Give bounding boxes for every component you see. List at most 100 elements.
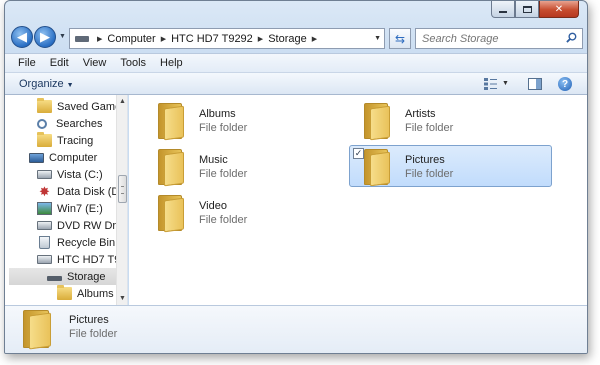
tree-label: Vista (C:) xyxy=(57,168,103,181)
tree-item-vista-c[interactable]: Vista (C:) xyxy=(37,166,117,183)
menu-file[interactable]: File xyxy=(11,57,43,69)
refresh-icon: ⇆ xyxy=(394,31,406,46)
tree-item-searches[interactable]: Searches xyxy=(37,115,117,132)
tree-item-recycle-bin[interactable]: Recycle Bin xyxy=(37,234,117,251)
details-item-type: File folder xyxy=(69,328,118,340)
navigation-pane: Saved Game Searches Tracing Computer Vis… xyxy=(5,95,128,305)
search-input[interactable] xyxy=(416,29,556,48)
tree-item-albums[interactable]: Albums xyxy=(57,285,117,302)
scroll-up-icon[interactable]: ▲ xyxy=(119,98,126,105)
folder-icon xyxy=(57,285,72,300)
folder-icon xyxy=(37,132,52,147)
address-bar[interactable]: ▶ Computer ▶ HTC HD7 T9292 ▶ Storage ▶ ▼ xyxy=(69,28,385,49)
back-button[interactable]: ◀ xyxy=(11,26,33,48)
saved-games-folder-icon xyxy=(37,98,52,113)
tree-item-win7-e[interactable]: Win7 (E:) xyxy=(37,200,117,217)
breadcrumb-storage[interactable]: Storage xyxy=(268,33,307,45)
item-type: File folder xyxy=(199,122,248,134)
tree-label: HTC HD7 T9 xyxy=(57,253,117,266)
drive-icon xyxy=(37,170,52,179)
address-dropdown-icon[interactable]: ▼ xyxy=(374,35,381,42)
scroll-down-icon[interactable]: ▼ xyxy=(119,295,126,302)
view-options-dropdown-icon[interactable]: ▼ xyxy=(502,80,509,87)
help-icon[interactable]: ? xyxy=(558,77,572,91)
item-name: Video xyxy=(199,200,227,212)
folder-item-albums[interactable]: Albums File folder xyxy=(143,99,346,141)
navigation-scrollbar[interactable]: ▲ ▼ xyxy=(116,95,127,305)
folder-icon xyxy=(158,103,184,141)
breadcrumb-computer[interactable]: Computer xyxy=(107,33,155,45)
menu-view[interactable]: View xyxy=(76,57,114,69)
folder-item-pictures[interactable]: ✓ Pictures File folder xyxy=(349,145,552,187)
tree-label: Albums xyxy=(77,287,114,300)
chevron-right-icon[interactable]: ▶ xyxy=(258,35,263,43)
tree-item-saved-games[interactable]: Saved Game xyxy=(37,98,117,115)
data-disk-icon: ✸ xyxy=(39,184,50,199)
chevron-right-icon[interactable]: ▶ xyxy=(97,35,102,43)
tree-label: Computer xyxy=(49,151,98,164)
maximize-button[interactable] xyxy=(515,1,539,18)
computer-icon xyxy=(29,152,44,163)
folder-icon xyxy=(158,195,184,233)
menu-edit[interactable]: Edit xyxy=(43,57,76,69)
item-name: Music xyxy=(199,154,228,166)
recent-pages-dropdown[interactable]: ▼ xyxy=(59,33,66,40)
recycle-bin-icon xyxy=(39,236,50,249)
close-button[interactable]: ✕ xyxy=(539,1,579,18)
tree-item-dvd-rw[interactable]: DVD RW Driv xyxy=(37,217,117,234)
organize-label: Organize xyxy=(19,78,64,90)
scrollbar-thumb[interactable] xyxy=(118,175,127,203)
folder-item-music[interactable]: Music File folder xyxy=(143,145,346,187)
tree-item-computer[interactable]: Computer xyxy=(29,149,117,166)
menu-tools[interactable]: Tools xyxy=(113,57,153,69)
organize-button[interactable]: Organize ▼ xyxy=(19,78,74,90)
tree-label: Tracing xyxy=(57,134,94,147)
tree-label: Searches xyxy=(56,117,103,130)
minimize-icon xyxy=(499,11,507,13)
folder-item-video[interactable]: Video File folder xyxy=(143,191,346,233)
folder-icon xyxy=(364,149,390,187)
minimize-button[interactable] xyxy=(491,1,515,18)
file-list: Albums File folder Artists File folder M… xyxy=(129,95,587,305)
menu-bar: File Edit View Tools Help xyxy=(5,53,587,72)
item-name: Artists xyxy=(405,108,436,120)
device-icon xyxy=(75,35,89,42)
menu-help[interactable]: Help xyxy=(153,57,190,69)
forward-button[interactable]: ▶ xyxy=(34,26,56,48)
change-view-icon[interactable] xyxy=(484,78,497,90)
navigation-bar: ◀ ▶ ▼ ▶ Computer ▶ HTC HD7 T9292 ▶ Stora… xyxy=(9,25,583,51)
dvd-drive-icon xyxy=(37,221,52,230)
tree-item-storage[interactable]: Storage xyxy=(9,268,117,285)
details-item-name: Pictures xyxy=(69,314,109,326)
breadcrumb-htc-hd7[interactable]: HTC HD7 T9292 xyxy=(171,33,253,45)
chevron-down-icon: ▼ xyxy=(66,82,74,89)
preview-pane-icon[interactable] xyxy=(528,78,542,90)
search-box xyxy=(415,28,583,49)
item-checkbox[interactable]: ✓ xyxy=(353,148,364,159)
tree-item-tracing[interactable]: Tracing xyxy=(37,132,117,149)
tree-label: DVD RW Driv xyxy=(57,219,117,232)
search-icon[interactable] xyxy=(566,32,577,43)
chevron-right-icon[interactable]: ▶ xyxy=(161,35,166,43)
refresh-button[interactable]: ⇆ xyxy=(389,28,411,49)
tree-label: Storage xyxy=(67,270,106,283)
folder-icon xyxy=(158,149,184,187)
tree-item-data-disk-d[interactable]: ✸ Data Disk (D: xyxy=(37,183,117,200)
tree-label: Saved Game xyxy=(57,100,117,113)
tree-item-htc-hd7[interactable]: HTC HD7 T9 xyxy=(37,251,117,268)
windows-drive-icon xyxy=(37,202,52,215)
phone-device-icon xyxy=(37,255,52,264)
item-type: File folder xyxy=(199,214,248,226)
chevron-right-icon[interactable]: ▶ xyxy=(312,35,317,43)
details-pane: Pictures File folder xyxy=(5,305,587,353)
back-arrow-icon: ◀ xyxy=(17,29,27,44)
folder-item-artists[interactable]: Artists File folder xyxy=(349,99,552,141)
item-name: Pictures xyxy=(405,154,445,166)
tree-label: Data Disk (D: xyxy=(57,185,117,198)
tree-label: Recycle Bin xyxy=(57,236,116,249)
caption-buttons: ✕ xyxy=(491,1,579,19)
item-name: Albums xyxy=(199,108,236,120)
item-type: File folder xyxy=(199,168,248,180)
maximize-icon xyxy=(522,5,532,13)
explorer-window: ✕ ◀ ▶ ▼ ▶ Computer ▶ HTC HD7 T9292 ▶ Sto… xyxy=(4,0,588,354)
